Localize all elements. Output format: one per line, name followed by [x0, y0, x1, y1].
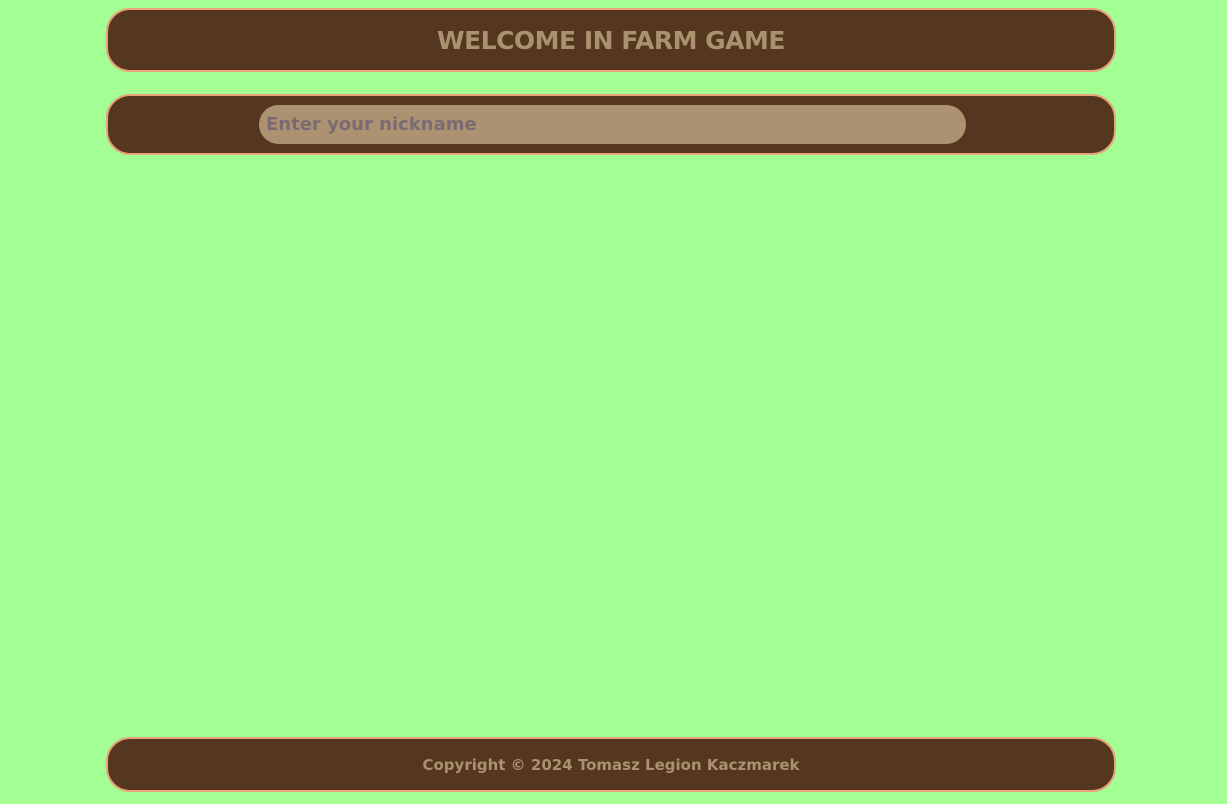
header-panel: WELCOME IN FARM GAME [106, 8, 1116, 72]
page-title: WELCOME IN FARM GAME [437, 25, 785, 55]
nickname-panel [106, 94, 1116, 155]
nickname-input[interactable] [259, 105, 966, 144]
footer-panel: Copyright © 2024 Tomasz Legion Kaczmarek [106, 737, 1116, 792]
copyright-text: Copyright © 2024 Tomasz Legion Kaczmarek [422, 755, 800, 774]
